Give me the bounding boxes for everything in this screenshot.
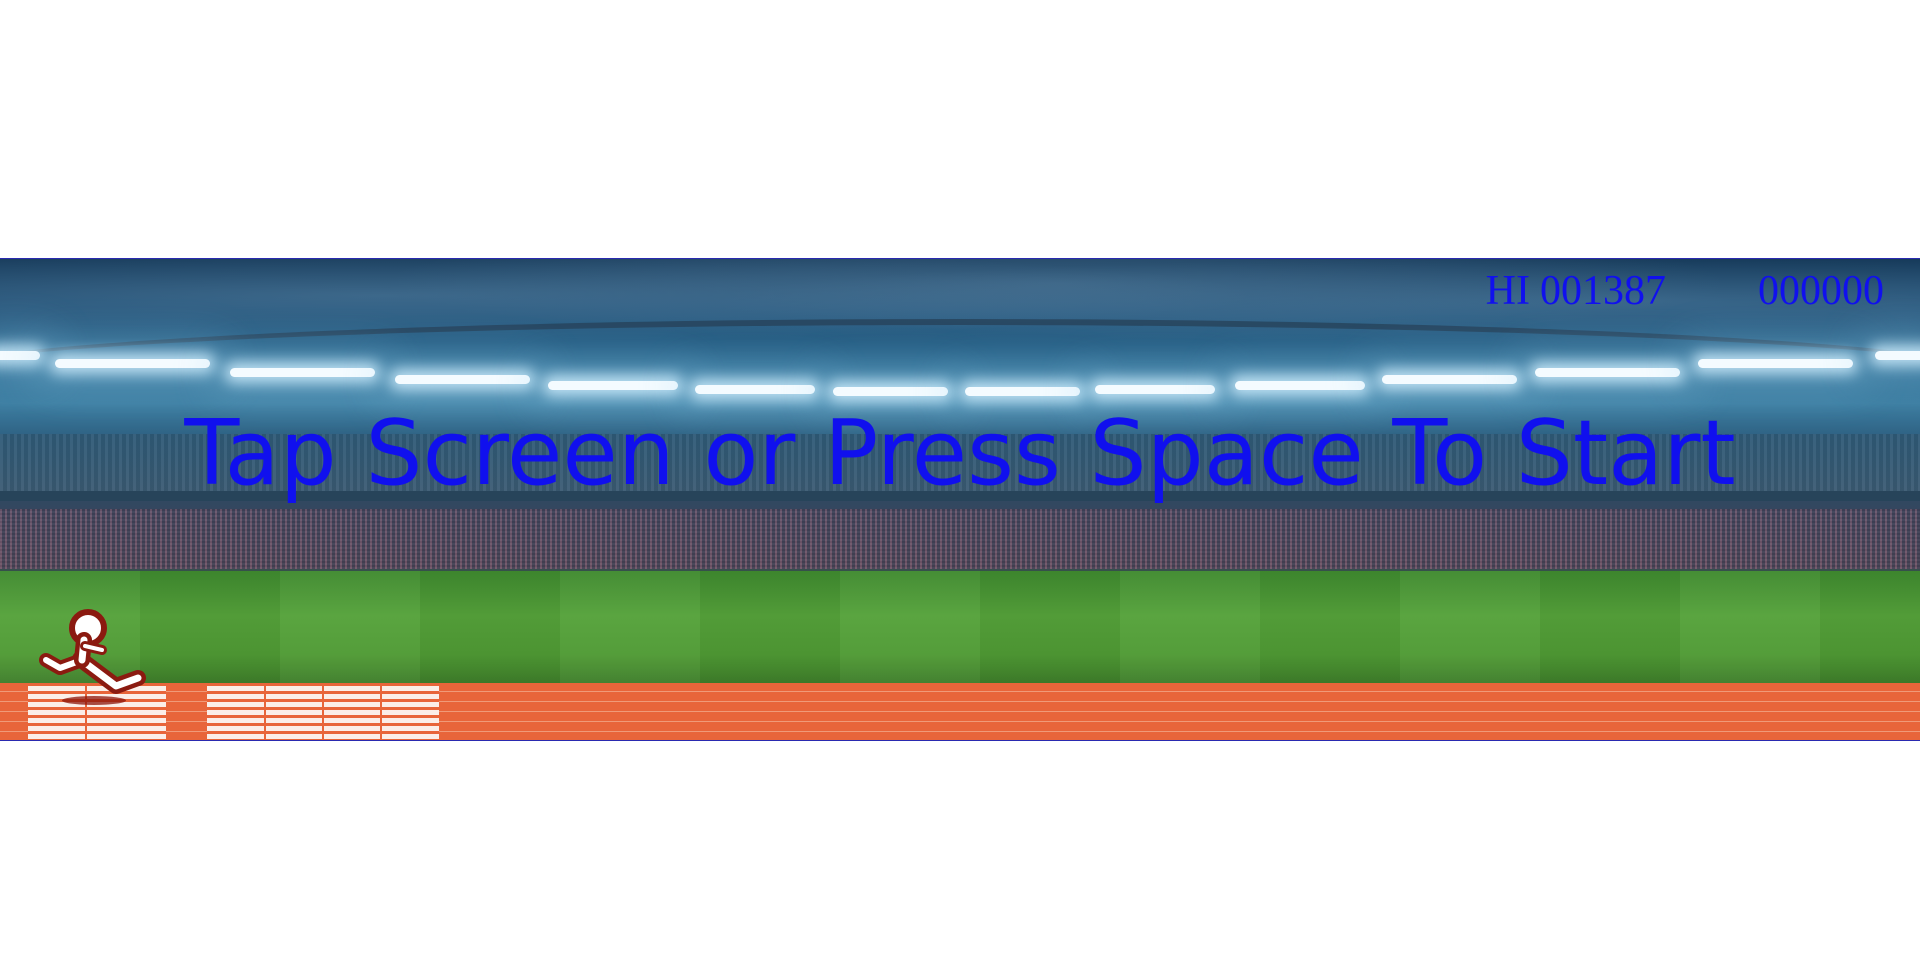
stadium-light: [965, 387, 1080, 396]
stadium-light: [1095, 385, 1215, 394]
stadium-light: [695, 385, 815, 394]
stadium-light: [1235, 381, 1365, 390]
stands-lower: [0, 509, 1920, 569]
stadium-light: [395, 375, 530, 384]
stadium-light: [1382, 375, 1517, 384]
game-canvas[interactable]: HI 001387 000000 Tap Screen or Press Space…: [0, 258, 1920, 741]
high-score-label: HI: [1485, 268, 1530, 314]
start-message[interactable]: Tap Screen or Press Space To Start: [0, 409, 1920, 499]
stadium-light: [55, 359, 210, 368]
stadium-light: [230, 368, 375, 377]
runner-icon: [38, 604, 148, 704]
stadium-light: [1875, 351, 1920, 360]
current-score-value: 000000: [1758, 268, 1884, 314]
stadium-light: [0, 351, 40, 360]
grass-field: [0, 571, 1920, 683]
stadium-light: [1535, 368, 1680, 377]
stadium-light: [1698, 359, 1853, 368]
stadium-light: [548, 381, 678, 390]
score-display: HI 001387 000000: [1486, 267, 1884, 315]
stadium-light: [833, 387, 948, 396]
high-score-value: 001387: [1540, 268, 1666, 314]
